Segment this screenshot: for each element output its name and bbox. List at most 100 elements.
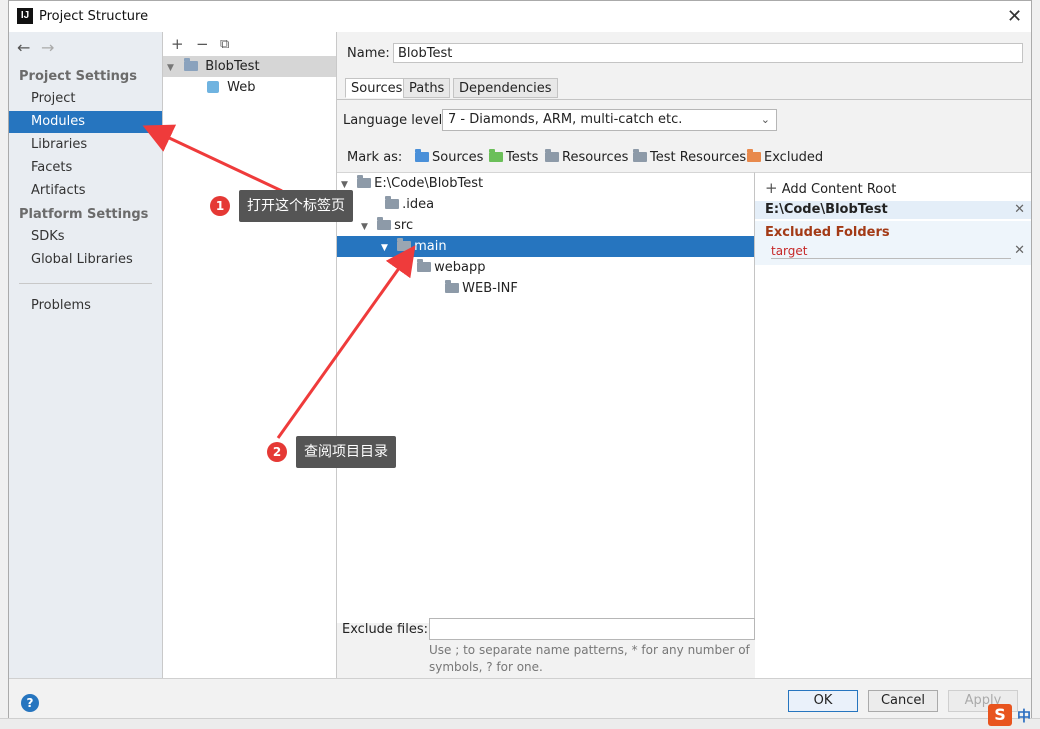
sidebar-item-global-libraries[interactable]: Global Libraries [9,249,162,271]
add-content-root[interactable]: + Add Content Root [765,179,896,197]
folder-icon [397,238,412,251]
chevron-down-icon: ▼ [381,243,388,253]
module-folder-icon [184,58,199,71]
mark-as-tests-label: Tests [506,150,539,165]
tree-row-idea[interactable]: .idea [337,194,754,215]
tree-label-idea: .idea [402,197,435,212]
tree-row-webapp[interactable]: ▼ webapp [337,257,754,278]
excluded-folder-icon [747,149,761,162]
test-resources-folder-icon [633,149,647,162]
folder-icon [445,280,460,293]
chevron-down-icon: ▼ [361,222,368,232]
sogou-ime-icon[interactable]: S [988,704,1012,726]
mark-as-resources-label: Resources [562,150,629,165]
content-root-panel: + Add Content Root E:\Code\BlobTest ✕ Ex… [755,172,1031,679]
remove-root-icon[interactable]: ✕ [1014,201,1025,219]
tree-row-main[interactable]: ▼ main [337,236,754,257]
annotation-badge-1: 1 [210,196,230,216]
forward-arrow-icon[interactable]: → [41,38,54,57]
mark-as-test-resources-label: Test Resources [650,150,747,165]
tab-sources[interactable]: Sources [345,78,409,98]
tree-row-root[interactable]: ▼ E:\Code\BlobTest [337,173,754,194]
copy-icon[interactable]: ⧉ [220,37,229,52]
mark-as-test-resources[interactable]: Test Resources [633,149,747,165]
mark-as-label: Mark as: [347,150,403,165]
exclude-files-hint: Use ; to separate name patterns, * for a… [429,643,750,674]
tree-row-webinf[interactable]: WEB-INF [337,278,754,299]
name-input[interactable]: BlobTest [393,43,1023,63]
content-root-header: E:\Code\BlobTest ✕ [755,201,1031,219]
exclude-files-input[interactable] [429,618,755,640]
resources-folder-icon [545,149,559,162]
close-icon[interactable]: ✕ [1007,6,1022,27]
mark-as-tests[interactable]: Tests [489,149,539,165]
add-icon: + [765,179,778,197]
cancel-button[interactable]: Cancel [868,690,938,712]
tree-label-src: src [394,218,414,233]
tab-paths[interactable]: Paths [403,78,451,98]
facet-label: Web [227,80,256,95]
tests-folder-icon [489,149,503,162]
excluded-folder-item: target [771,244,1011,259]
module-row-web[interactable]: Web [163,77,336,98]
remove-excluded-icon[interactable]: ✕ [1014,243,1025,258]
add-content-root-label: Add Content Root [781,182,897,197]
folder-icon [357,175,372,188]
ok-button[interactable]: OK [788,690,858,712]
sidebar-item-project[interactable]: Project [9,88,162,110]
module-label: BlobTest [205,59,260,74]
source-tree: ▼ E:\Code\BlobTest .idea ▼ src ▼ main ▼ … [337,172,755,623]
project-structure-dialog: IJ Project Structure ✕ ← → Project Setti… [8,0,1032,718]
mark-as-excluded-label: Excluded [764,150,824,165]
mark-as-sources-label: Sources [432,150,484,165]
mark-as-sources[interactable]: Sources [415,149,484,165]
language-level-label: Language level: [343,113,447,128]
title-bar: IJ Project Structure ✕ [9,1,1031,33]
exclude-files-label: Exclude files: [342,622,429,637]
language-level-select[interactable]: 7 - Diamonds, ARM, multi-catch etc. ⌄ [442,109,777,131]
chevron-down-icon: ▼ [401,264,408,274]
sidebar-divider [19,283,152,284]
annotation-callout-1: 打开这个标签页 [239,190,353,222]
settings-sidebar: ← → Project Settings Project Modules Lib… [9,32,163,678]
ime-mode-indicator[interactable]: 中 [1017,706,1031,726]
web-facet-icon [207,81,219,93]
language-level-value: 7 - Diamonds, ARM, multi-catch etc. [448,112,683,127]
background-ide-right [1032,0,1040,728]
module-row-blobtest[interactable]: ▼ BlobTest [163,56,336,77]
add-icon[interactable]: + [171,35,184,53]
sidebar-item-facets[interactable]: Facets [9,157,162,179]
remove-icon[interactable]: − [196,35,209,53]
tab-dependencies[interactable]: Dependencies [453,78,558,98]
chevron-down-icon: ⌄ [760,113,770,126]
mark-as-resources[interactable]: Resources [545,149,629,165]
tree-label-root: E:\Code\BlobTest [374,176,484,191]
platform-settings-title: Platform Settings [19,207,149,222]
annotation-callout-2: 查阅项目目录 [296,436,396,468]
excluded-folders-title: Excluded Folders [765,225,890,240]
chevron-down-icon: ▼ [167,63,174,73]
back-arrow-icon[interactable]: ← [17,38,30,57]
tree-label-webapp: webapp [434,260,486,275]
folder-icon [417,259,432,272]
tree-label-main: main [414,239,447,254]
project-settings-title: Project Settings [19,69,137,84]
sidebar-item-modules[interactable]: Modules [9,111,162,133]
help-icon[interactable]: ? [21,694,39,712]
excluded-folders: Excluded Folders target ✕ [755,221,1031,265]
sidebar-item-problems[interactable]: Problems [9,295,162,317]
sidebar-item-sdks[interactable]: SDKs [9,226,162,248]
annotation-badge-2: 2 [267,442,287,462]
background-ide-bottom [0,718,1040,729]
mark-as-excluded[interactable]: Excluded [747,149,824,165]
sidebar-item-libraries[interactable]: Libraries [9,134,162,156]
tab-divider [337,99,1031,100]
tree-row-src[interactable]: ▼ src [337,215,754,236]
module-tree-panel: + − ⧉ ▼ BlobTest Web [163,32,337,678]
sidebar-item-artifacts[interactable]: Artifacts [9,180,162,202]
name-label: Name: [347,46,390,61]
intellij-icon: IJ [17,8,33,24]
tree-label-webinf: WEB-INF [462,281,518,296]
folder-icon [377,217,392,230]
module-content: Name: BlobTest Sources Paths Dependencie… [337,32,1031,679]
